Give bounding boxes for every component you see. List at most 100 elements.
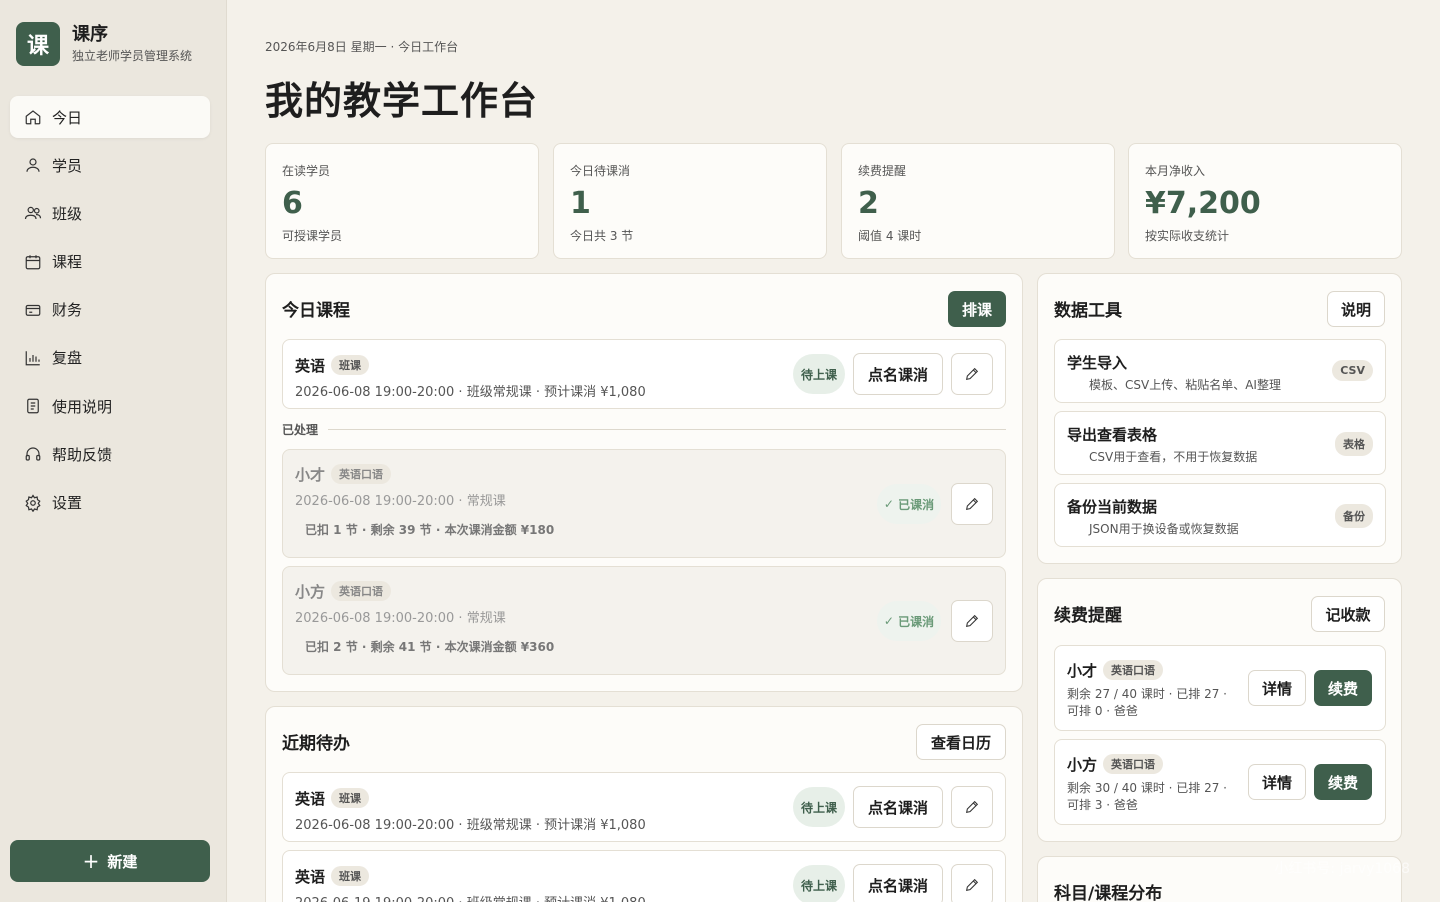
lesson-item[interactable]: 英语 班课 2026-06-08 19:00-20:00 · 班级常规课 · 预计… bbox=[282, 339, 1006, 409]
edit-button[interactable] bbox=[951, 353, 993, 395]
pencil-icon bbox=[965, 614, 979, 628]
course-tag: 英语口语 bbox=[331, 581, 392, 601]
pencil-icon bbox=[965, 367, 979, 381]
sidebar-item-courses[interactable]: 课程 bbox=[10, 241, 210, 283]
edit-button[interactable] bbox=[951, 864, 993, 902]
status-badge: 待上课 bbox=[793, 354, 845, 394]
sidebar-item-guide[interactable]: 使用说明 bbox=[10, 385, 210, 427]
tool-tag: 表格 bbox=[1335, 432, 1373, 456]
lesson-subject: 英语 bbox=[295, 357, 326, 375]
bar-chart-icon bbox=[24, 349, 42, 367]
student-name: 小方 bbox=[295, 583, 326, 601]
lesson-meta: 2026-06-08 19:00-20:00 · 班级常规课 · 预计课消 ¥1… bbox=[295, 818, 646, 833]
sidebar-item-review[interactable]: 复盘 bbox=[10, 337, 210, 379]
tool-title: 导出查看表格 bbox=[1067, 426, 1158, 444]
sidebar-item-finance[interactable]: 财务 bbox=[10, 289, 210, 331]
lesson-meta: 2026-06-08 19:00-20:00 · 常规课 bbox=[295, 494, 506, 509]
date-line: 2026年6月8日 星期一 · 今日工作台 bbox=[265, 40, 459, 54]
sidebar-item-today[interactable]: 今日 bbox=[10, 96, 210, 138]
lesson-tag: 班课 bbox=[331, 788, 370, 808]
student-name: 小才 bbox=[295, 466, 326, 484]
lesson-subject: 英语 bbox=[295, 790, 326, 808]
lesson-item[interactable]: 英语 班课 2026-06-08 19:00-20:00 · 班级常规课 · 预计… bbox=[282, 772, 1006, 842]
renew-button[interactable]: 续费 bbox=[1314, 670, 1372, 706]
headset-icon bbox=[24, 445, 42, 463]
stat-label: 今日待课消 bbox=[570, 164, 631, 178]
sidebar-item-classes[interactable]: 班级 bbox=[10, 192, 210, 234]
calendar-icon bbox=[24, 253, 42, 271]
view-calendar-button[interactable]: 查看日历 bbox=[916, 724, 1006, 760]
pencil-icon bbox=[965, 800, 979, 814]
user-icon bbox=[24, 156, 42, 174]
stat-card-active-students[interactable]: 在读学员 6 可授课学员 bbox=[265, 143, 539, 259]
stat-sub: 阈值 4 课时 bbox=[858, 229, 922, 243]
sidebar-item-help[interactable]: 帮助反馈 bbox=[10, 433, 210, 475]
status-badge: 待上课 bbox=[793, 865, 845, 902]
edit-button[interactable] bbox=[951, 786, 993, 828]
student-name: 小才 bbox=[1067, 662, 1098, 680]
renewal-item: 小才 英语口语 剩余 27 / 40 课时 · 已排 27 · 可排 0 · 爸爸… bbox=[1054, 645, 1386, 731]
lesson-item[interactable]: 英语班课 2026-06-19 19:00-20:00 · 班级常规课 · 预计… bbox=[282, 850, 1006, 902]
sidebar-item-students[interactable]: 学员 bbox=[10, 144, 210, 186]
stat-card-net-income[interactable]: 本月净收入 ¥7,200 按实际收支统计 bbox=[1128, 143, 1402, 259]
users-icon bbox=[24, 204, 42, 222]
edit-button[interactable] bbox=[951, 483, 993, 525]
stat-label: 续费提醒 bbox=[858, 164, 907, 178]
tool-desc: JSON用于换设备或恢复数据 bbox=[1089, 522, 1239, 536]
brand: 课 课序 独立老师学员管理系统 bbox=[16, 22, 192, 66]
tool-tag: CSV bbox=[1332, 360, 1373, 381]
tool-backup[interactable]: 备份当前数据 JSON用于换设备或恢复数据 备份 bbox=[1054, 483, 1386, 547]
tool-tag: 备份 bbox=[1335, 504, 1373, 528]
plus-icon: + bbox=[82, 849, 100, 873]
card-title: 近期待办 bbox=[282, 734, 350, 754]
home-icon bbox=[24, 108, 42, 126]
record-payment-button[interactable]: 记收款 bbox=[1311, 596, 1385, 632]
processed-item[interactable]: 小方 英语口语 2026-06-08 19:00-20:00 · 常规课 已扣 2… bbox=[282, 566, 1006, 675]
stat-value: ¥7,200 bbox=[1145, 186, 1261, 221]
tool-desc: CSV用于查看，不用于恢复数据 bbox=[1089, 450, 1258, 464]
tool-student-import[interactable]: 学生导入 模板、CSV上传、粘贴名单、AI整理 CSV bbox=[1054, 339, 1386, 403]
lesson-meta: 2026-06-08 19:00-20:00 · 班级常规课 · 预计课消 ¥1… bbox=[295, 385, 646, 400]
card-title: 科目/课程分布 bbox=[1054, 884, 1163, 902]
stat-sub: 按实际收支统计 bbox=[1145, 229, 1230, 243]
detail-button[interactable]: 详情 bbox=[1248, 764, 1306, 800]
student-name: 小方 bbox=[1067, 756, 1098, 774]
tool-export-table[interactable]: 导出查看表格 CSV用于查看，不用于恢复数据 表格 bbox=[1054, 411, 1386, 475]
stat-value: 2 bbox=[858, 186, 879, 221]
check-icon: ✓ bbox=[883, 614, 899, 628]
new-button-label: 新建 bbox=[107, 852, 138, 871]
processed-item[interactable]: 小才 英语口语 2026-06-08 19:00-20:00 · 常规课 已扣 1… bbox=[282, 449, 1006, 558]
divider bbox=[328, 429, 1006, 430]
sidebar-item-settings[interactable]: 设置 bbox=[10, 482, 210, 524]
document-icon bbox=[24, 397, 42, 415]
renewal-info: 剩余 30 / 40 课时 · 已排 27 · 可排 3 · 爸爸 bbox=[1067, 781, 1227, 812]
deduct-summary: 已扣 2 节 · 剩余 41 节 · 本次课消金额 ¥360 bbox=[305, 640, 555, 654]
sidebar-item-label: 班级 bbox=[52, 204, 83, 223]
watermark: 小红书号: jarvy1068 bbox=[1274, 861, 1410, 877]
tool-title: 学生导入 bbox=[1067, 354, 1128, 372]
edit-button[interactable] bbox=[951, 600, 993, 642]
detail-button[interactable]: 详情 bbox=[1248, 670, 1306, 706]
check-icon: ✓ bbox=[883, 497, 899, 511]
stat-card-renewal[interactable]: 续费提醒 2 阈值 4 课时 bbox=[841, 143, 1115, 259]
stat-value: 1 bbox=[570, 186, 591, 221]
schedule-button[interactable]: 排课 bbox=[948, 291, 1006, 327]
attendance-button[interactable]: 点名课消 bbox=[853, 786, 943, 828]
tool-title: 备份当前数据 bbox=[1067, 498, 1158, 516]
attendance-button[interactable]: 点名课消 bbox=[853, 864, 943, 902]
renewal-card: 续费提醒 记收款 小才 英语口语 剩余 27 / 40 课时 · 已排 27 · … bbox=[1037, 578, 1402, 842]
brand-logo: 课 bbox=[16, 22, 60, 66]
attendance-button[interactable]: 点名课消 bbox=[853, 353, 943, 395]
status-badge: 待上课 bbox=[793, 787, 845, 827]
card-title: 今日课程 bbox=[282, 301, 350, 321]
course-tag: 英语口语 bbox=[1103, 660, 1164, 680]
stat-card-pending-consume[interactable]: 今日待课消 1 今日共 3 节 bbox=[553, 143, 827, 259]
stat-value: 6 bbox=[282, 186, 303, 221]
renew-button[interactable]: 续费 bbox=[1314, 764, 1372, 800]
wallet-icon bbox=[24, 301, 42, 319]
new-button[interactable]: + 新建 bbox=[10, 840, 210, 882]
help-button[interactable]: 说明 bbox=[1327, 291, 1385, 327]
lesson-meta: 2026-06-08 19:00-20:00 · 常规课 bbox=[295, 611, 506, 626]
card-title: 续费提醒 bbox=[1054, 606, 1122, 626]
sidebar-item-label: 使用说明 bbox=[52, 397, 113, 416]
